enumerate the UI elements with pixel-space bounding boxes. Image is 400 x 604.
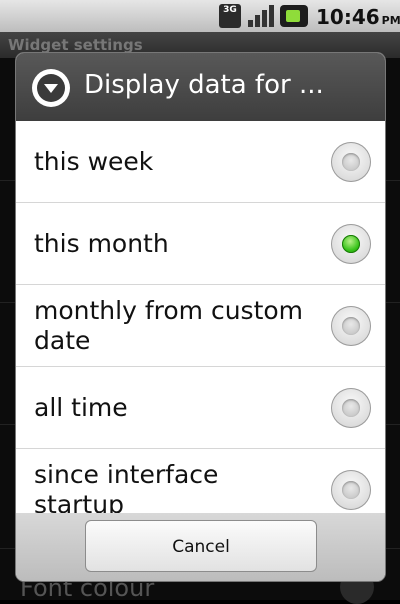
cancel-button[interactable]: Cancel [85,520,317,572]
radio-button[interactable] [331,387,371,428]
dialog-title: Display data for ... [84,70,324,100]
display-data-dialog: Display data for ... this week this mont… [16,53,385,581]
dialog-footer: Cancel [16,513,385,581]
option-label: monthly from custom date [34,295,304,355]
option-monthly-from-custom-date[interactable]: monthly from custom date [16,285,385,367]
option-label: all time [34,392,128,422]
option-all-time[interactable]: all time [16,367,385,449]
clock-time: 10:46 [316,5,380,29]
option-label: this month [34,228,169,258]
clock: 10:46 PM [316,5,400,29]
status-bar: 3G 10:46 PM [0,0,400,32]
network-label: 3G [223,5,237,15]
option-this-month[interactable]: this month [16,203,385,285]
radio-button[interactable] [331,141,371,182]
radio-button[interactable] [331,469,371,510]
radio-button-selected[interactable] [331,223,371,264]
option-label: since interface startup [34,459,219,519]
signal-strength-icon [248,5,274,27]
dialog-header: Display data for ... [16,53,385,121]
options-list: this week this month monthly from custom… [16,121,385,531]
option-this-week[interactable]: this week [16,121,385,203]
network-3g-icon: 3G [219,4,241,28]
radio-button[interactable] [331,305,371,346]
battery-icon [280,5,308,27]
clock-ampm: PM [381,14,400,27]
dropdown-circle-icon [32,69,70,107]
option-label: this week [34,146,154,176]
